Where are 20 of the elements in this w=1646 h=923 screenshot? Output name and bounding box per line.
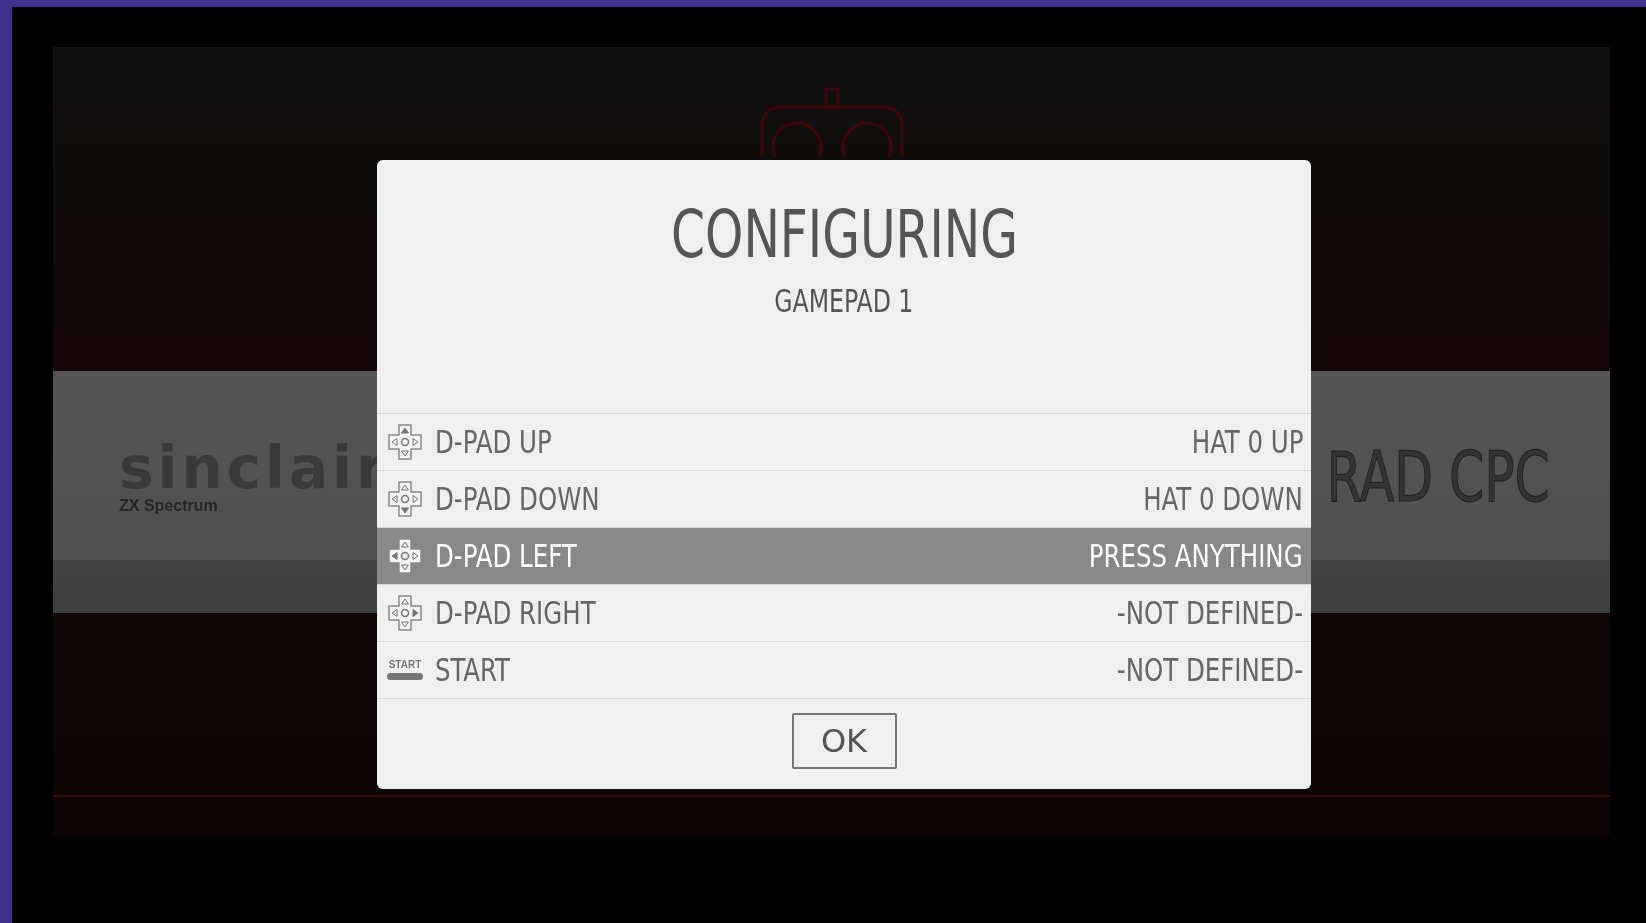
input-label: D-PAD LEFT: [435, 537, 577, 575]
mapping-row[interactable]: D-PAD UP HAT 0 UP: [377, 414, 1311, 471]
input-binding: HAT 0 DOWN: [1143, 480, 1303, 518]
mapping-row[interactable]: D-PAD RIGHT -NOT DEFINED-: [377, 585, 1311, 642]
input-label: START: [435, 651, 511, 689]
dialog-title: CONFIGURING: [670, 202, 1018, 268]
dpad-icon: [385, 424, 425, 460]
input-binding: -NOT DEFINED-: [1116, 594, 1303, 632]
input-binding: HAT 0 UP: [1191, 423, 1303, 461]
dpad-icon: [385, 595, 425, 631]
input-label: D-PAD UP: [435, 423, 552, 461]
dpad-icon: [385, 481, 425, 517]
input-binding: PRESS ANYTHING: [1089, 537, 1303, 575]
dialog-subtitle: GAMEPAD 1: [774, 282, 914, 320]
input-label: D-PAD DOWN: [435, 480, 600, 518]
mapping-row[interactable]: START START -NOT DEFINED-: [377, 642, 1311, 699]
input-label: D-PAD RIGHT: [435, 594, 596, 632]
input-binding: -NOT DEFINED-: [1116, 651, 1303, 689]
ok-button[interactable]: OK: [791, 713, 897, 769]
mapping-row[interactable]: D-PAD LEFT PRESS ANYTHING: [377, 528, 1311, 585]
